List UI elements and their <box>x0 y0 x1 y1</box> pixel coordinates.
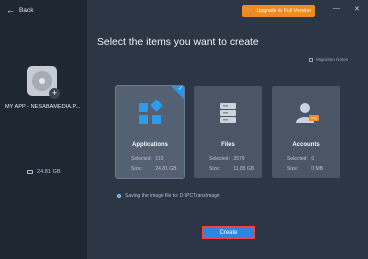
migration-notes-link[interactable]: Migration Notes <box>309 57 348 62</box>
save-path-text: Saving the image file to: D:\PCTransImag… <box>125 193 220 199</box>
selected-label: Selected: <box>131 156 152 162</box>
checkmark-icon: ✓ <box>177 86 183 92</box>
selected-value: 2579 <box>233 156 245 162</box>
selected-label: Selected: <box>209 156 230 162</box>
files-icon <box>220 103 236 123</box>
radio-icon <box>117 194 121 198</box>
size-label: Size: <box>209 166 221 172</box>
close-button[interactable]: ✕ <box>354 5 360 13</box>
back-arrow-icon: ← <box>6 5 15 15</box>
minimize-button[interactable]: — <box>333 5 340 12</box>
page-title: Select the items you want to create <box>97 37 259 48</box>
card-title: Accounts <box>292 142 320 148</box>
back-label: Back <box>19 6 34 14</box>
notes-icon <box>309 57 313 62</box>
back-button[interactable]: ← Back <box>6 5 34 15</box>
create-label: Create <box>219 229 238 236</box>
card-accounts[interactable]: Pro Accounts Selected: 0 Size: 0 MB <box>272 86 340 178</box>
save-path[interactable]: Saving the image file to: D:\PCTransImag… <box>117 193 220 199</box>
accounts-icon: Pro <box>296 103 319 123</box>
apps-grid-icon <box>139 100 163 124</box>
upgrade-button[interactable]: 🛒 Upgrade to Full Version <box>242 5 315 17</box>
size-label: Size: <box>287 166 299 172</box>
card-applications[interactable]: ✓ Applications Selected: 110 Size: 24.81… <box>115 85 185 179</box>
app-name: MY APP - NESABAMEDIA.P... <box>5 104 81 110</box>
card-files[interactable]: Files Selected: 2579 Size: 11.85 GB <box>194 86 262 178</box>
size-value: 11.85 GB <box>233 166 255 172</box>
disk-size-value: 24.81 GB <box>37 169 61 175</box>
upgrade-label: Upgrade to Full Version <box>256 8 311 14</box>
size-value: 0 MB <box>311 166 324 172</box>
card-title: Files <box>221 142 235 148</box>
create-button[interactable]: Create <box>202 226 255 239</box>
selected-label: Selected: <box>287 156 308 162</box>
plus-icon: + <box>49 88 60 99</box>
hard-drive-icon <box>27 170 33 174</box>
selected-value: 110 <box>155 156 164 162</box>
disk-size: 24.81 GB <box>27 169 61 175</box>
size-label: Size: <box>131 166 143 172</box>
disk-add-icon[interactable]: + <box>27 66 60 99</box>
migration-notes-label: Migration Notes <box>316 57 349 62</box>
cart-icon: 🛒 <box>246 8 254 15</box>
svg-text:Pro: Pro <box>311 117 317 121</box>
selected-value: 0 <box>311 156 315 162</box>
size-value: 24.81 GB <box>155 166 177 172</box>
card-title: Applications <box>131 142 168 148</box>
sidebar: ← Back + MY APP - NESABAMEDIA.P... 24.81… <box>0 0 87 259</box>
